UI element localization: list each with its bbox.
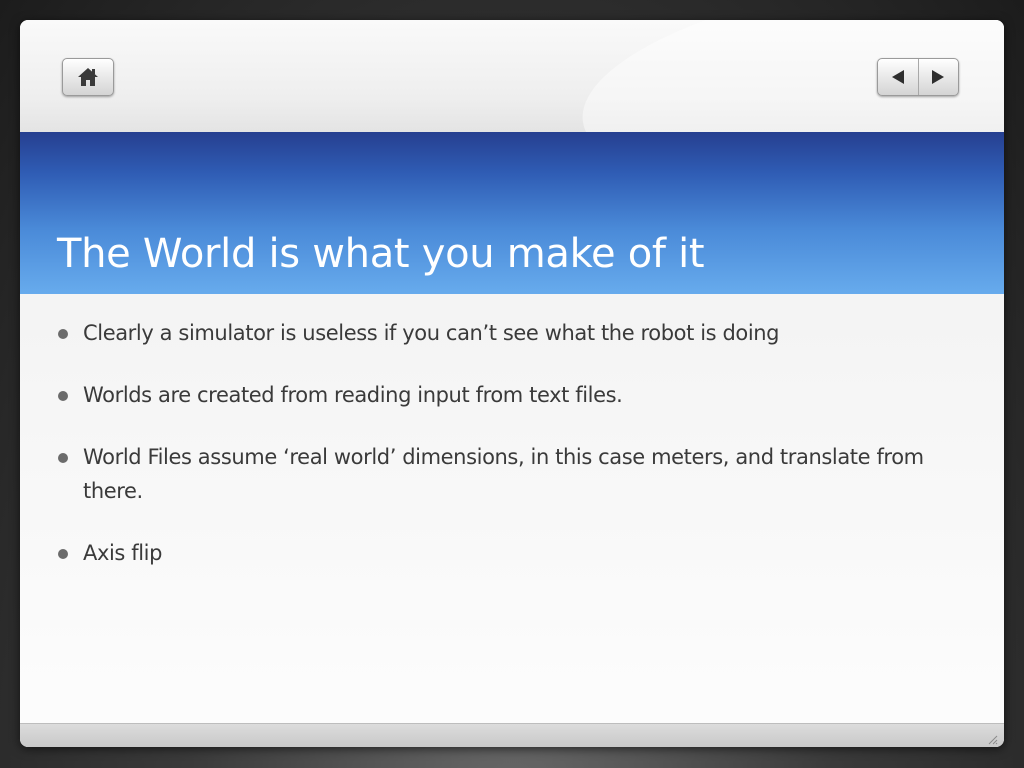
home-icon (77, 67, 99, 87)
bullet-text: Clearly a simulator is useless if you ca… (83, 321, 780, 345)
bullet-text: Axis flip (83, 541, 163, 565)
bullet-text: World Files assume ‘real world’ dimensio… (83, 445, 924, 503)
top-toolbar (20, 20, 1004, 132)
bullet-item: World Files assume ‘real world’ dimensio… (58, 440, 948, 508)
previous-slide-button[interactable] (878, 59, 918, 95)
next-slide-button[interactable] (917, 59, 959, 95)
slide-navigation (877, 58, 959, 96)
bullet-dot (58, 391, 68, 401)
triangle-left-icon (891, 69, 905, 85)
bottom-status-bar (20, 723, 1004, 747)
bullet-dot (58, 329, 68, 339)
bullet-item: Clearly a simulator is useless if you ca… (58, 316, 948, 350)
bullet-list: Clearly a simulator is useless if you ca… (58, 316, 948, 598)
bullet-dot (58, 453, 68, 463)
bullet-item: Worlds are created from reading input fr… (58, 378, 948, 412)
bullet-text: Worlds are created from reading input fr… (83, 383, 623, 407)
title-band: The World is what you make of it (20, 132, 1004, 294)
bullet-item: Axis flip (58, 536, 948, 570)
slide: The World is what you make of it Clearly… (20, 20, 1004, 747)
bullet-dot (58, 549, 68, 559)
slide-title: The World is what you make of it (57, 231, 705, 277)
home-button[interactable] (62, 58, 114, 96)
resize-grip-icon[interactable] (986, 732, 998, 745)
triangle-right-icon (931, 69, 945, 85)
